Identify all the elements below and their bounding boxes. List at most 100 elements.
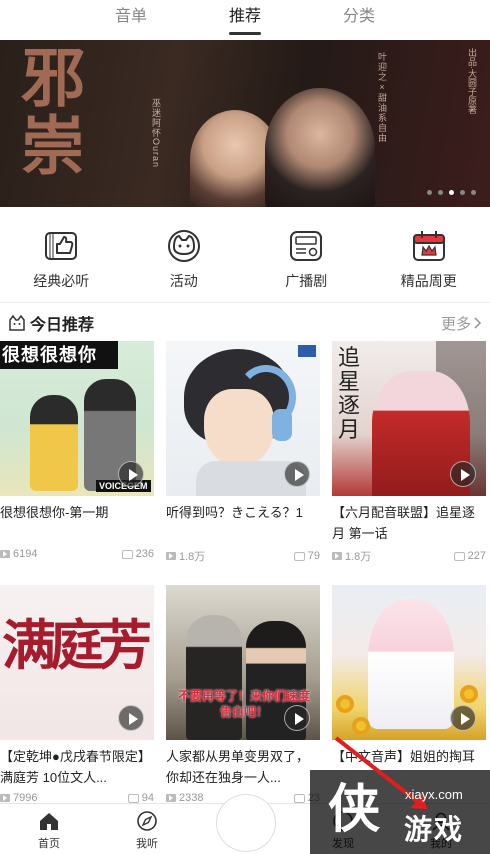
- cover-title: 追星逐月: [338, 346, 361, 443]
- cover-title-band: 很想很想你: [0, 341, 118, 369]
- card-title: 很想很想你-第一期: [0, 505, 109, 520]
- recommend-card[interactable]: 满庭芳 【定乾坤●戊戌春节限定】满庭芳 10位文人... 7996 94: [0, 585, 154, 804]
- play-button[interactable]: [118, 705, 144, 731]
- comment-icon: [121, 549, 133, 559]
- banner-credit-right: 叶迎之×甜油系自由: [377, 52, 387, 143]
- recommend-card[interactable]: 听得到吗？きこえる？1 1.8万 79: [166, 341, 320, 564]
- category-classic[interactable]: 经典必听: [6, 222, 116, 297]
- banner-credit-left: 巫迷阿怀Ouran: [151, 98, 161, 169]
- more-link[interactable]: 更多: [441, 313, 482, 334]
- mascot-icon: [9, 314, 25, 331]
- play-count-icon: [0, 550, 10, 558]
- nav-label: 我听: [136, 838, 158, 850]
- comment-icon: [293, 793, 305, 803]
- recommend-card[interactable]: 【中文音声】姐姐的掏耳: [332, 585, 486, 788]
- recommend-card[interactable]: 很想很想你 VOICEGEM 很想很想你-第一期 6194 236: [0, 341, 154, 560]
- category-label: 活动: [169, 273, 198, 289]
- card-cover[interactable]: [332, 585, 486, 740]
- banner-dot-active[interactable]: [449, 190, 454, 195]
- banner-carousel[interactable]: 邪崇 巫迷阿怀Ouran 叶迎之×甜油系自由 出品·大圆子原著: [0, 40, 490, 207]
- play-button[interactable]: [450, 705, 476, 731]
- card-title: 人家都从男单变男双了，你却还在独身一人...: [166, 749, 310, 785]
- watermark-url: xiayx.com: [405, 787, 463, 802]
- cover-figure: [186, 615, 242, 740]
- category-label: 广播剧: [285, 273, 328, 289]
- comment-count: 227: [467, 550, 486, 562]
- comment-count: 236: [135, 548, 154, 560]
- play-count: 1.8万: [179, 551, 206, 563]
- category-weekly[interactable]: 精品周更: [374, 222, 484, 297]
- cover-tag: [298, 345, 316, 357]
- banner-page-indicator: [427, 190, 476, 195]
- play-count-icon: [166, 794, 176, 802]
- card-cover[interactable]: 不要再等了！来你们速度告白吧！: [166, 585, 320, 740]
- play-button[interactable]: [284, 705, 310, 731]
- play-button[interactable]: [118, 461, 144, 487]
- comment-icon: [293, 551, 305, 561]
- more-label: 更多: [440, 315, 471, 333]
- category-label: 精品周更: [400, 273, 457, 289]
- tab-sound-list[interactable]: 音单: [74, 0, 188, 40]
- play-count-icon: [0, 794, 10, 802]
- category-radio-drama[interactable]: 广播剧: [251, 222, 361, 297]
- play-count-icon: [332, 552, 342, 560]
- calendar-crown-icon: [412, 231, 445, 261]
- flower-decoration: [460, 685, 478, 703]
- card-meta: 1.8万 79: [166, 548, 320, 564]
- section-title: 今日推荐: [30, 317, 95, 334]
- play-count: 6194: [13, 548, 38, 560]
- recommend-card[interactable]: 不要再等了！来你们速度告白吧！ 人家都从男单变男双了，你却还在独身一人... 2…: [166, 585, 320, 804]
- card-cover[interactable]: [166, 341, 320, 496]
- nav-listen[interactable]: 我听: [98, 804, 196, 851]
- banner-dot[interactable]: [438, 190, 443, 195]
- play-count-icon: [166, 552, 176, 560]
- category-label: 经典必听: [33, 273, 90, 289]
- banner-dot[interactable]: [471, 190, 476, 195]
- category-row: 经典必听 活动 广播剧 精品周更: [0, 222, 490, 297]
- banner-credit-far: 出品·大圆子原著: [467, 48, 477, 114]
- comment-icon: [127, 793, 139, 803]
- home-icon: [40, 813, 58, 830]
- card-title: 【六月配音联盟】追星逐月 第一话: [332, 505, 476, 541]
- banner-dot[interactable]: [460, 190, 465, 195]
- card-meta: 6194 236: [0, 548, 154, 560]
- card-cover[interactable]: 很想很想你 VOICEGEM: [0, 341, 154, 496]
- card-cover[interactable]: 追星逐月: [332, 341, 486, 496]
- banner-title: 邪崇: [10, 44, 85, 180]
- today-recommend-header: 今日推荐 更多: [8, 310, 482, 336]
- cover-figure: [30, 395, 78, 491]
- cover-figure: [368, 599, 454, 729]
- cover-title: 满庭芳: [2, 613, 152, 677]
- card-title: 听得到吗？きこえる？1: [166, 505, 303, 520]
- banner-dot[interactable]: [427, 190, 432, 195]
- card-title: 【定乾坤●戊戌春节限定】满庭芳 10位文人...: [0, 749, 151, 785]
- card-cover[interactable]: 满庭芳: [0, 585, 154, 740]
- comment-icon: [453, 551, 465, 561]
- recommend-card[interactable]: 追星逐月 【六月配音联盟】追星逐月 第一话 1.8万 227: [332, 341, 486, 564]
- play-button[interactable]: [284, 461, 310, 487]
- nav-home[interactable]: 首页: [0, 804, 98, 851]
- banner-character-right: [265, 88, 375, 207]
- play-count: 1.8万: [345, 551, 372, 563]
- flower-decoration: [336, 695, 354, 713]
- radio-icon: [290, 231, 323, 261]
- watermark-text: 游戏: [404, 814, 465, 845]
- tab-category[interactable]: 分类: [302, 0, 416, 40]
- watermark-logo: 侠: [328, 780, 381, 840]
- chevron-right-icon: [474, 317, 482, 329]
- cat-face-icon: [167, 230, 200, 262]
- flower-decoration: [352, 717, 370, 735]
- cover-figure: [272, 409, 292, 441]
- category-activity[interactable]: 活动: [129, 222, 239, 297]
- nav-label: 首页: [38, 838, 60, 850]
- top-tab-bar: 音单 推荐 分类: [0, 0, 490, 40]
- card-meta: 1.8万 227: [332, 548, 486, 564]
- center-mascot-icon[interactable]: [216, 794, 276, 852]
- cover-title: 很想很想你: [2, 345, 97, 365]
- compass-icon: [137, 811, 157, 831]
- thumbs-up-icon: [45, 232, 78, 260]
- tab-recommend[interactable]: 推荐: [188, 0, 302, 40]
- section-divider: [0, 302, 490, 303]
- play-button[interactable]: [450, 461, 476, 487]
- comment-count: 79: [307, 550, 320, 562]
